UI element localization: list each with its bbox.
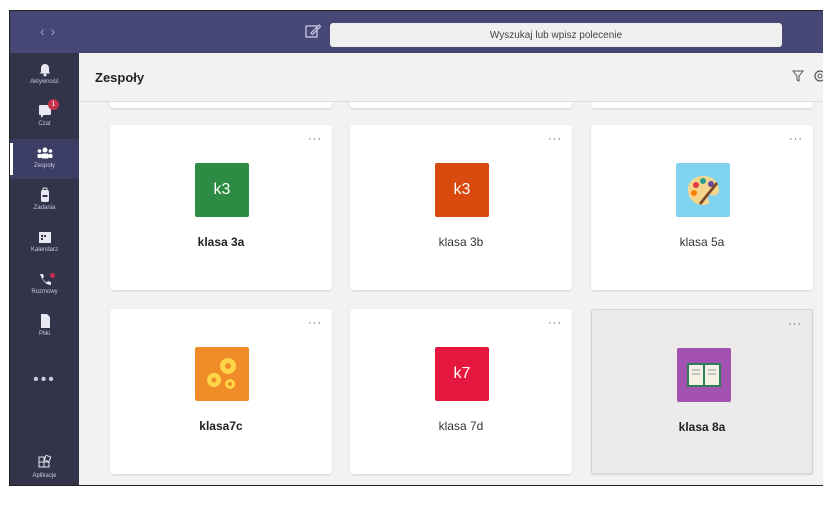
rail-item-chat[interactable]: 1 Czat <box>10 97 79 137</box>
rail-item-activity[interactable]: Aktywność <box>10 55 79 95</box>
rail-item-calendar[interactable]: Kalendarz <box>10 223 79 263</box>
team-card[interactable]: ··· klasa 5a <box>591 125 813 290</box>
card-peek <box>110 102 332 108</box>
team-name: klasa 8a <box>678 420 726 434</box>
forward-button[interactable]: › <box>51 23 62 39</box>
team-name: klasa 5a <box>679 235 725 249</box>
calls-dot <box>50 273 55 278</box>
page-title: Zespoły <box>95 70 145 85</box>
team-card[interactable]: ··· klasa7c <box>110 309 332 474</box>
file-icon <box>40 314 50 328</box>
rail-item-teams[interactable]: Zespoły <box>10 139 79 179</box>
card-more-button[interactable]: ··· <box>548 133 562 145</box>
search-input[interactable]: Wyszukaj lub wpisz polecenie <box>330 23 782 47</box>
team-avatar-text: k7 <box>453 365 471 382</box>
card-peek <box>350 102 572 108</box>
card-more-button[interactable]: ··· <box>308 317 322 329</box>
rail-item-label: Zespoły <box>33 163 55 169</box>
teams-window: ‹› Wyszukaj lub wpisz polecenie Aktywnoś… <box>9 10 823 486</box>
rail-item-files[interactable]: Pliki <box>10 307 79 347</box>
rail-item-label: Kalendarz <box>30 247 59 253</box>
team-card[interactable]: ··· k3 klasa 3b <box>350 125 572 290</box>
card-more-button[interactable]: ··· <box>548 317 562 329</box>
rail-item-assignments[interactable]: Zadania <box>10 181 79 221</box>
team-avatar: k3 <box>195 163 249 217</box>
palette-icon <box>688 176 719 205</box>
settings-icon[interactable] <box>813 69 823 83</box>
card-peek <box>591 102 813 108</box>
app-bar: Aktywność 1 Czat Zespoły Zadania Kalenda… <box>10 53 79 485</box>
team-card[interactable]: ··· k7 klasa 7d <box>350 309 572 474</box>
teams-icon <box>37 147 52 159</box>
compose-icon[interactable] <box>303 21 323 41</box>
team-name: klasa 3b <box>438 235 484 249</box>
team-card[interactable]: ··· k3 klasa 3a <box>110 125 332 290</box>
card-more-button[interactable]: ··· <box>788 318 802 330</box>
team-avatar <box>676 163 730 217</box>
card-more-button[interactable]: ··· <box>308 133 322 145</box>
filter-icon[interactable] <box>791 69 805 83</box>
bell-icon <box>39 64 50 77</box>
page-header: Zespoły <box>79 53 823 102</box>
rail-item-apps[interactable]: Aplikacje <box>10 449 79 485</box>
title-bar: ‹› Wyszukaj lub wpisz polecenie <box>10 11 823 53</box>
rail-item-label: Aplikacje <box>32 473 57 479</box>
team-name: klasa 7d <box>438 419 484 433</box>
apps-icon <box>38 455 51 468</box>
team-avatar <box>677 348 731 402</box>
card-more-button[interactable]: ··· <box>789 133 803 145</box>
chat-badge: 1 <box>48 99 59 110</box>
calendar-icon <box>38 232 51 243</box>
team-avatar: k7 <box>435 347 489 401</box>
rail-item-calls[interactable]: Rozmowy <box>10 265 79 305</box>
more-apps-button[interactable]: ••• <box>10 371 79 389</box>
rail-item-label: Zadania <box>33 205 56 211</box>
backpack-icon <box>40 187 49 202</box>
team-name: klasa7c <box>199 419 243 433</box>
team-avatar: k3 <box>435 163 489 217</box>
nav-arrows: ‹› <box>40 23 61 39</box>
book-icon <box>687 363 721 387</box>
search-placeholder: Wyszukaj lub wpisz polecenie <box>489 29 623 41</box>
rail-item-label: Pliki <box>38 331 50 337</box>
team-avatar-text: k3 <box>453 181 471 198</box>
rail-item-label: Aktywność <box>30 79 59 85</box>
back-button[interactable]: ‹ <box>40 23 51 39</box>
team-avatar-text: k3 <box>213 181 231 198</box>
team-card[interactable]: ··· klasa 8a <box>591 309 813 474</box>
gears-icon <box>207 358 236 389</box>
team-name: klasa 3a <box>197 235 245 249</box>
rail-item-label: Rozmowy <box>31 289 58 295</box>
team-avatar <box>195 347 249 401</box>
rail-item-label: Czat <box>38 121 51 127</box>
